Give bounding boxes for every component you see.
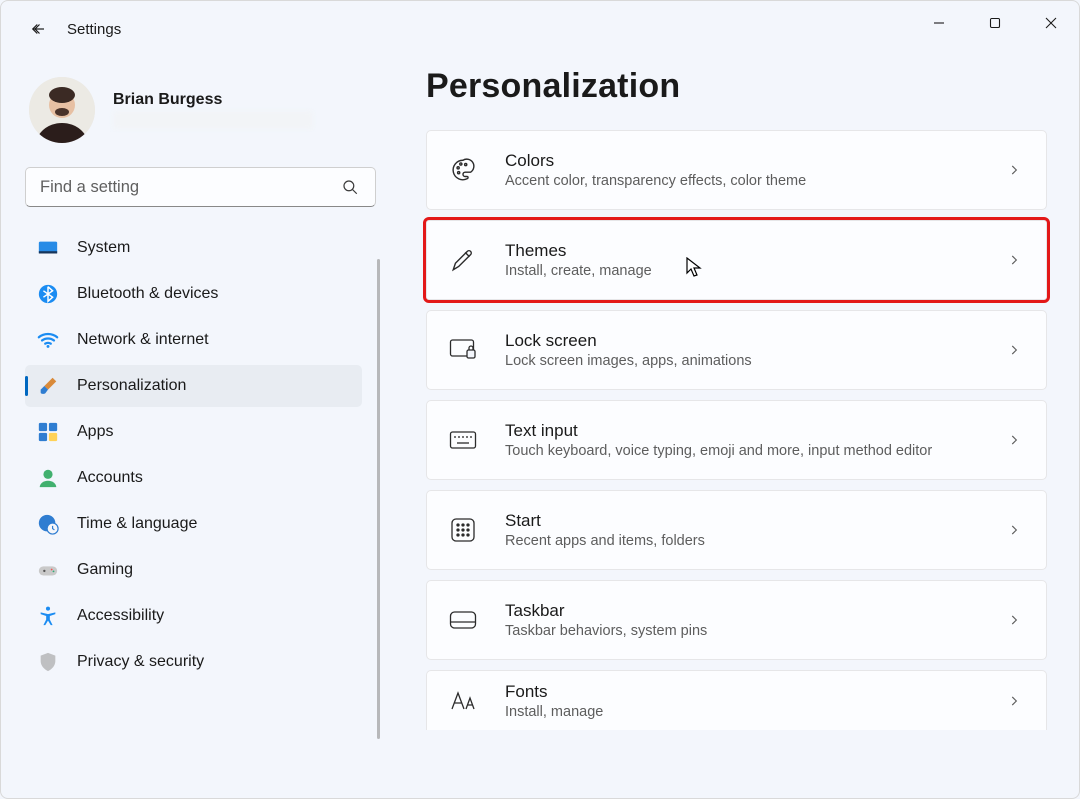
nav-label: Bluetooth & devices (77, 285, 218, 303)
sidebar: Brian Burgess System Bluetooth & devi (1, 57, 396, 798)
card-title: Text input (505, 421, 1004, 441)
sidebar-scrollbar[interactable] (377, 259, 380, 739)
profile-name: Brian Burgess (113, 91, 313, 109)
card-subtitle: Lock screen images, apps, animations (505, 353, 1004, 369)
card-themes[interactable]: Themes Install, create, manage (426, 220, 1047, 300)
wifi-icon (37, 329, 59, 351)
nav-label: Accessibility (77, 607, 164, 625)
search-icon (336, 167, 364, 207)
nav-label: Personalization (77, 377, 186, 395)
fonts-icon (449, 687, 477, 715)
accessibility-icon (37, 605, 59, 627)
main-content: Personalization Colors Accent color, tra… (396, 57, 1079, 798)
chevron-right-icon (1004, 433, 1024, 447)
close-button[interactable] (1023, 1, 1079, 45)
maximize-icon (989, 17, 1001, 29)
window-controls (911, 1, 1079, 45)
nav-network[interactable]: Network & internet (25, 319, 362, 361)
card-colors[interactable]: Colors Accent color, transparency effect… (426, 130, 1047, 210)
nav-label: Gaming (77, 561, 133, 579)
apps-icon (37, 421, 59, 443)
nav-time-language[interactable]: Time & language (25, 503, 362, 545)
nav-bluetooth[interactable]: Bluetooth & devices (25, 273, 362, 315)
card-subtitle: Touch keyboard, voice typing, emoji and … (505, 443, 1004, 459)
page-title: Personalization (426, 67, 1047, 106)
nav-list: System Bluetooth & devices Network & int… (25, 227, 396, 683)
brush-icon (37, 375, 59, 397)
nav-label: Accounts (77, 469, 143, 487)
chevron-right-icon (1004, 253, 1024, 267)
maximize-button[interactable] (967, 1, 1023, 45)
minimize-button[interactable] (911, 1, 967, 45)
pen-icon (449, 246, 477, 274)
back-button[interactable] (21, 12, 55, 46)
nav-label: System (77, 239, 130, 257)
chevron-right-icon (1004, 694, 1024, 708)
search-field[interactable] (25, 167, 376, 207)
nav-apps[interactable]: Apps (25, 411, 362, 453)
card-lockscreen[interactable]: Lock screen Lock screen images, apps, an… (426, 310, 1047, 390)
start-grid-icon (449, 516, 477, 544)
nav-label: Time & language (77, 515, 197, 533)
keyboard-icon (449, 426, 477, 454)
nav-accounts[interactable]: Accounts (25, 457, 362, 499)
back-arrow-icon (29, 20, 47, 38)
card-subtitle: Install, manage (505, 704, 1004, 720)
card-subtitle: Install, create, manage (505, 263, 1004, 279)
bluetooth-icon (37, 283, 59, 305)
nav-gaming[interactable]: Gaming (25, 549, 362, 591)
gamepad-icon (37, 559, 59, 581)
avatar (29, 77, 95, 143)
search-input[interactable] (25, 167, 376, 207)
nav-personalization[interactable]: Personalization (25, 365, 362, 407)
card-subtitle: Taskbar behaviors, system pins (505, 623, 1004, 639)
card-title: Themes (505, 241, 1004, 261)
card-title: Taskbar (505, 601, 1004, 621)
shield-icon (37, 651, 59, 673)
card-subtitle: Accent color, transparency effects, colo… (505, 173, 1004, 189)
nav-label: Network & internet (77, 331, 209, 349)
system-icon (37, 237, 59, 259)
person-icon (37, 467, 59, 489)
card-taskbar[interactable]: Taskbar Taskbar behaviors, system pins (426, 580, 1047, 660)
taskbar-icon (449, 606, 477, 634)
profile-block[interactable]: Brian Burgess (25, 69, 396, 163)
nav-system[interactable]: System (25, 227, 362, 269)
nav-label: Apps (77, 423, 113, 441)
nav-privacy-security[interactable]: Privacy & security (25, 641, 362, 683)
titlebar: Settings (1, 1, 1079, 57)
nav-label: Privacy & security (77, 653, 204, 671)
card-title: Fonts (505, 682, 1004, 702)
card-fonts[interactable]: Fonts Install, manage (426, 670, 1047, 730)
card-title: Lock screen (505, 331, 1004, 351)
window-title: Settings (67, 21, 121, 38)
chevron-right-icon (1004, 343, 1024, 357)
close-icon (1045, 17, 1057, 29)
card-subtitle: Recent apps and items, folders (505, 533, 1004, 549)
lock-screen-icon (449, 336, 477, 364)
nav-accessibility[interactable]: Accessibility (25, 595, 362, 637)
card-start[interactable]: Start Recent apps and items, folders (426, 490, 1047, 570)
palette-icon (449, 156, 477, 184)
chevron-right-icon (1004, 613, 1024, 627)
card-textinput[interactable]: Text input Touch keyboard, voice typing,… (426, 400, 1047, 480)
chevron-right-icon (1004, 523, 1024, 537)
card-title: Colors (505, 151, 1004, 171)
profile-email-redacted (113, 111, 313, 129)
minimize-icon (933, 17, 945, 29)
chevron-right-icon (1004, 163, 1024, 177)
globe-clock-icon (37, 513, 59, 535)
card-title: Start (505, 511, 1004, 531)
settings-card-list: Colors Accent color, transparency effect… (426, 130, 1047, 730)
